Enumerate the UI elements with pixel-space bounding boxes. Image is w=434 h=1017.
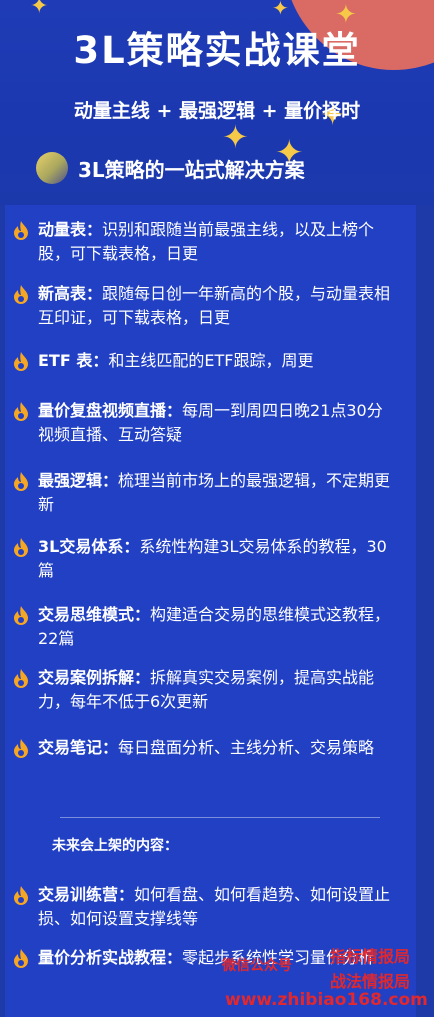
item-name: 交易思维模式： [38, 605, 151, 624]
divider [60, 817, 380, 818]
item-name: 交易笔记： [38, 738, 119, 757]
feature-item: 动量表：识别和跟随当前最强主线，以及上榜个股，可下载表格，日更 [14, 218, 398, 266]
flame-icon [14, 285, 28, 304]
flame-icon [14, 472, 28, 491]
flame-icon [14, 739, 28, 758]
subtitle: 3L策略的一站式解决方案 [78, 157, 305, 182]
flame-icon [14, 606, 28, 625]
flame-icon [14, 886, 28, 905]
page-title: 3L策略实战课堂 [73, 29, 361, 72]
item-name: 新高表： [38, 284, 103, 303]
feature-item: 新高表：跟随每日创一年新高的个股，与动量表相互印证，可下载表格，日更 [14, 282, 398, 330]
feature-item: 3L交易体系：系统性构建3L交易体系的教程，30篇 [14, 535, 398, 583]
star-icon: ✦ [30, 0, 49, 19]
watermark-wechat: 微信公众号 [222, 958, 292, 974]
item-name: 量价复盘视频直播： [38, 401, 183, 420]
flame-icon [14, 402, 28, 421]
future-item: 交易训练营：如何看盘、如何看趋势、如何设置止损、如何设置支撑线等 [14, 883, 398, 931]
flame-icon [14, 949, 28, 968]
flame-icon [14, 221, 28, 240]
content-panel: 动量表：识别和跟随当前最强主线，以及上榜个股，可下载表格，日更 新高表：跟随每日… [5, 205, 416, 1017]
feature-item: 最强逻辑：梳理当前市场上的最强逻辑，不定期更新 [14, 469, 398, 517]
feature-item: ETF 表：和主线匹配的ETF跟踪，周更 [14, 349, 398, 373]
item-name: ETF 表： [38, 351, 109, 370]
future-section-label: 未来会上架的内容： [52, 838, 178, 854]
item-name: 交易案例拆解： [38, 668, 151, 687]
flame-icon [14, 538, 28, 557]
feature-item: 交易思维模式：构建适合交易的思维模式这教程，22篇 [14, 603, 398, 651]
item-name: 最强逻辑： [38, 471, 119, 490]
header-banner: ✦ ✦ ✦ ✦ ✦ ✦ 3L策略实战课堂 动量主线 + 最强逻辑 + 量价择时 … [0, 0, 434, 205]
star-icon: ✦ [272, 0, 289, 20]
feature-item: 交易笔记：每日盘面分析、主线分析、交易策略 [14, 736, 398, 760]
watermark-site: www.zhibiao168.com [225, 990, 428, 1010]
item-name: 3L交易体系： [38, 537, 140, 556]
item-name: 动量表： [38, 220, 103, 239]
watermark-line: 战法情报局 [330, 972, 411, 991]
subtitle-row: 3L策略的一站式解决方案 [36, 150, 305, 186]
item-name: 量价分析实战教程： [38, 948, 183, 967]
item-desc: 和主线匹配的ETF跟踪，周更 [108, 351, 314, 370]
item-name: 交易训练营： [38, 885, 135, 904]
item-desc: 每日盘面分析、主线分析、交易策略 [118, 738, 375, 757]
flame-icon [14, 352, 28, 371]
feature-item: 交易案例拆解：拆解真实交易案例，提高实战能力，每年不低于6次更新 [14, 666, 398, 714]
feature-item: 量价复盘视频直播：每周一到周四日晚21点30分视频直播、互动答疑 [14, 399, 398, 447]
sphere-icon [36, 152, 68, 184]
slogan: 动量主线 + 最强逻辑 + 量价择时 [73, 100, 361, 122]
flame-icon [14, 669, 28, 688]
watermark-line: 指标情报局 [330, 947, 411, 966]
